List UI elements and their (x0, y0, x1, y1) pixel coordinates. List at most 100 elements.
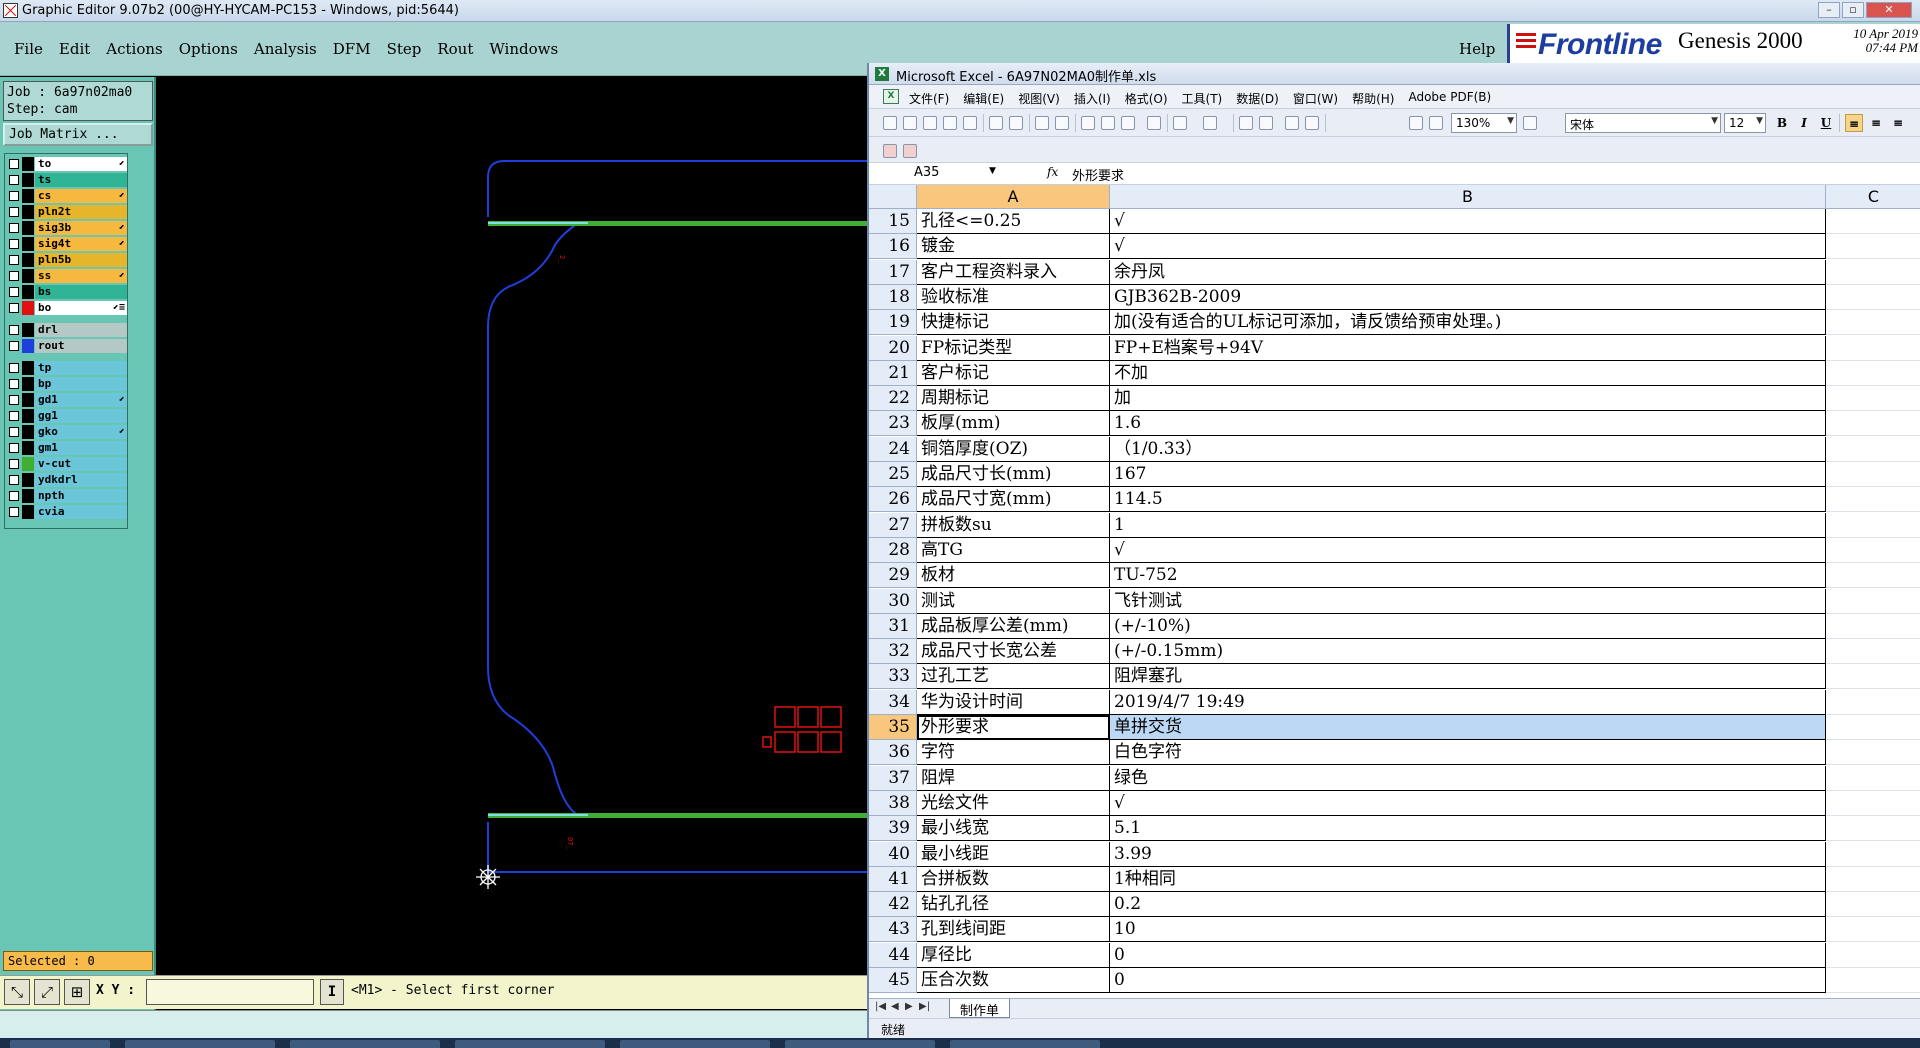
row-header[interactable]: 27 (869, 512, 917, 538)
cell-a[interactable]: 华为设计时间 (917, 689, 1110, 715)
column-header-a[interactable]: A (917, 185, 1110, 209)
cell-c[interactable] (1826, 563, 1920, 589)
cell-a[interactable]: 成品板厚公差(mm) (917, 613, 1110, 639)
row-header[interactable]: 28 (869, 537, 917, 563)
row-header[interactable]: 19 (869, 310, 917, 336)
layer-row-gko[interactable]: gko ⬋ (7, 424, 127, 440)
cell-c[interactable] (1826, 310, 1920, 336)
ge-menu-actions[interactable]: Actions (106, 40, 162, 58)
format-painter-icon[interactable] (1147, 116, 1161, 130)
cell-b[interactable]: 1种相同 (1110, 866, 1826, 892)
excel-menu-item[interactable]: Adobe PDF(B) (1408, 90, 1491, 107)
cell-c[interactable] (1826, 234, 1920, 260)
cell-c[interactable] (1826, 968, 1920, 993)
cell-c[interactable] (1826, 690, 1920, 715)
cell-a[interactable]: 验收标准 (917, 284, 1110, 310)
row-header[interactable]: 32 (869, 639, 917, 665)
layer-row-bp[interactable]: bp (7, 376, 127, 392)
row-header[interactable]: 39 (869, 816, 917, 842)
ge-menu-windows[interactable]: Windows (489, 40, 558, 58)
cell-c[interactable] (1826, 336, 1920, 361)
row-header[interactable]: 16 (869, 234, 917, 260)
cell-b[interactable]: 余丹凤 (1110, 259, 1826, 285)
chevron-down-icon[interactable]: ▼ (989, 166, 996, 176)
row-header[interactable]: 26 (869, 487, 917, 513)
paste-icon[interactable] (1121, 116, 1135, 130)
cell-a[interactable]: 厚径比 (917, 942, 1110, 968)
row-header[interactable]: 41 (869, 866, 917, 892)
row-header[interactable]: 40 (869, 841, 917, 867)
cell-a[interactable]: FP标记类型 (917, 335, 1110, 361)
font-select[interactable]: 宋体 ▼ (1565, 113, 1721, 133)
row-header[interactable]: 38 (869, 790, 917, 816)
row-header[interactable]: 36 (869, 740, 917, 766)
layer-row-pln2t[interactable]: pln2t (7, 204, 127, 220)
cell-c[interactable] (1826, 487, 1920, 513)
layer-row-gd1[interactable]: gd1 ⬋ (7, 392, 127, 408)
formula-input[interactable]: 外形要求 (1072, 165, 1124, 184)
cell-a[interactable]: 客户工程资料录入 (917, 259, 1110, 285)
layer-row-sig4t[interactable]: sig4t ⬋ (7, 236, 127, 252)
cell-b[interactable]: GJB362B-2009 (1110, 284, 1826, 310)
sort-ascending-icon[interactable] (1285, 116, 1299, 130)
next-sheet-icon[interactable]: ▶ (905, 1001, 913, 1012)
cell-b[interactable]: TU-752 (1110, 563, 1826, 589)
layer-checkbox[interactable] (9, 379, 19, 389)
workbook-icon[interactable]: X (883, 89, 899, 104)
row-header[interactable]: 42 (869, 892, 917, 918)
graphic-canvas[interactable]: 2_ 07_ (158, 77, 867, 975)
cell-a[interactable]: 光绘文件 (917, 790, 1110, 816)
excel-menu-item[interactable]: 格式(O) (1125, 90, 1168, 107)
row-header[interactable]: 45 (869, 968, 917, 993)
cell-c[interactable] (1826, 209, 1920, 234)
cell-b[interactable]: 5.1 (1110, 816, 1826, 842)
cell-b[interactable]: 阻焊塞孔 (1110, 664, 1826, 690)
minimize-icon[interactable]: – (1818, 2, 1840, 18)
layer-row-bs[interactable]: bs (7, 284, 127, 300)
print-preview-icon[interactable] (1009, 116, 1023, 130)
excel-menu-item[interactable]: 视图(V) (1018, 90, 1060, 107)
row-header[interactable]: 43 (869, 917, 917, 943)
cell-c[interactable] (1826, 664, 1920, 690)
excel-menu-item[interactable]: 窗口(W) (1293, 90, 1338, 107)
cell-c[interactable] (1826, 892, 1920, 918)
layer-row-tp[interactable]: tp (7, 360, 127, 376)
cell-b[interactable]: 加 (1110, 386, 1826, 412)
cell-a[interactable]: 阻焊 (917, 765, 1110, 791)
layer-checkbox[interactable] (9, 303, 19, 313)
cell-a[interactable]: 高TG (917, 537, 1110, 563)
layer-row-gg1[interactable]: gg1 (7, 408, 127, 424)
cell-b[interactable]: （1/0.33） (1110, 436, 1826, 462)
cell-c[interactable] (1826, 386, 1920, 412)
cell-b[interactable]: 单拼交货 (1110, 715, 1826, 740)
cell-a[interactable]: 客户标记 (917, 360, 1110, 386)
cell-c[interactable] (1826, 589, 1920, 614)
row-header[interactable]: 22 (869, 386, 917, 412)
cell-c[interactable] (1826, 260, 1920, 285)
row-header[interactable]: 15 (869, 209, 917, 234)
cell-c[interactable] (1826, 639, 1920, 665)
excel-menu-item[interactable]: 数据(D) (1236, 90, 1279, 107)
underline-button[interactable]: U (1817, 114, 1835, 132)
layer-checkbox[interactable] (9, 363, 19, 373)
chart-wizard-icon[interactable] (1409, 116, 1423, 130)
layer-row-pln5b[interactable]: pln5b (7, 252, 127, 268)
cell-c[interactable] (1826, 816, 1920, 842)
layer-checkbox[interactable] (9, 239, 19, 249)
cell-a[interactable]: 镀金 (917, 234, 1110, 260)
row-header[interactable]: 21 (869, 360, 917, 386)
cell-c[interactable] (1826, 791, 1920, 816)
cell-a[interactable]: 拼板数su (917, 512, 1110, 538)
cell-c[interactable] (1826, 361, 1920, 386)
spreadsheet-grid[interactable]: A B C 15 孔径<=0.25 √ 16 镀金 √ 17 客户工程资料录入 余丹凤 18 验收标… (869, 185, 1920, 998)
excel-menu-item[interactable]: 编辑(E) (963, 90, 1004, 107)
cell-b[interactable]: 绿色 (1110, 765, 1826, 791)
cell-a[interactable]: 板厚(mm) (917, 411, 1110, 437)
cell-a[interactable]: 铜箔厚度(OZ) (917, 436, 1110, 462)
cell-b[interactable]: 3.99 (1110, 841, 1826, 867)
row-header[interactable]: 44 (869, 942, 917, 968)
ge-menu-options[interactable]: Options (179, 40, 238, 58)
first-sheet-icon[interactable]: |◀ (875, 1001, 886, 1012)
email-icon[interactable] (963, 116, 977, 130)
cell-b[interactable]: 加(没有适合的UL标记可添加，请反馈给预审处理。) (1110, 310, 1826, 336)
